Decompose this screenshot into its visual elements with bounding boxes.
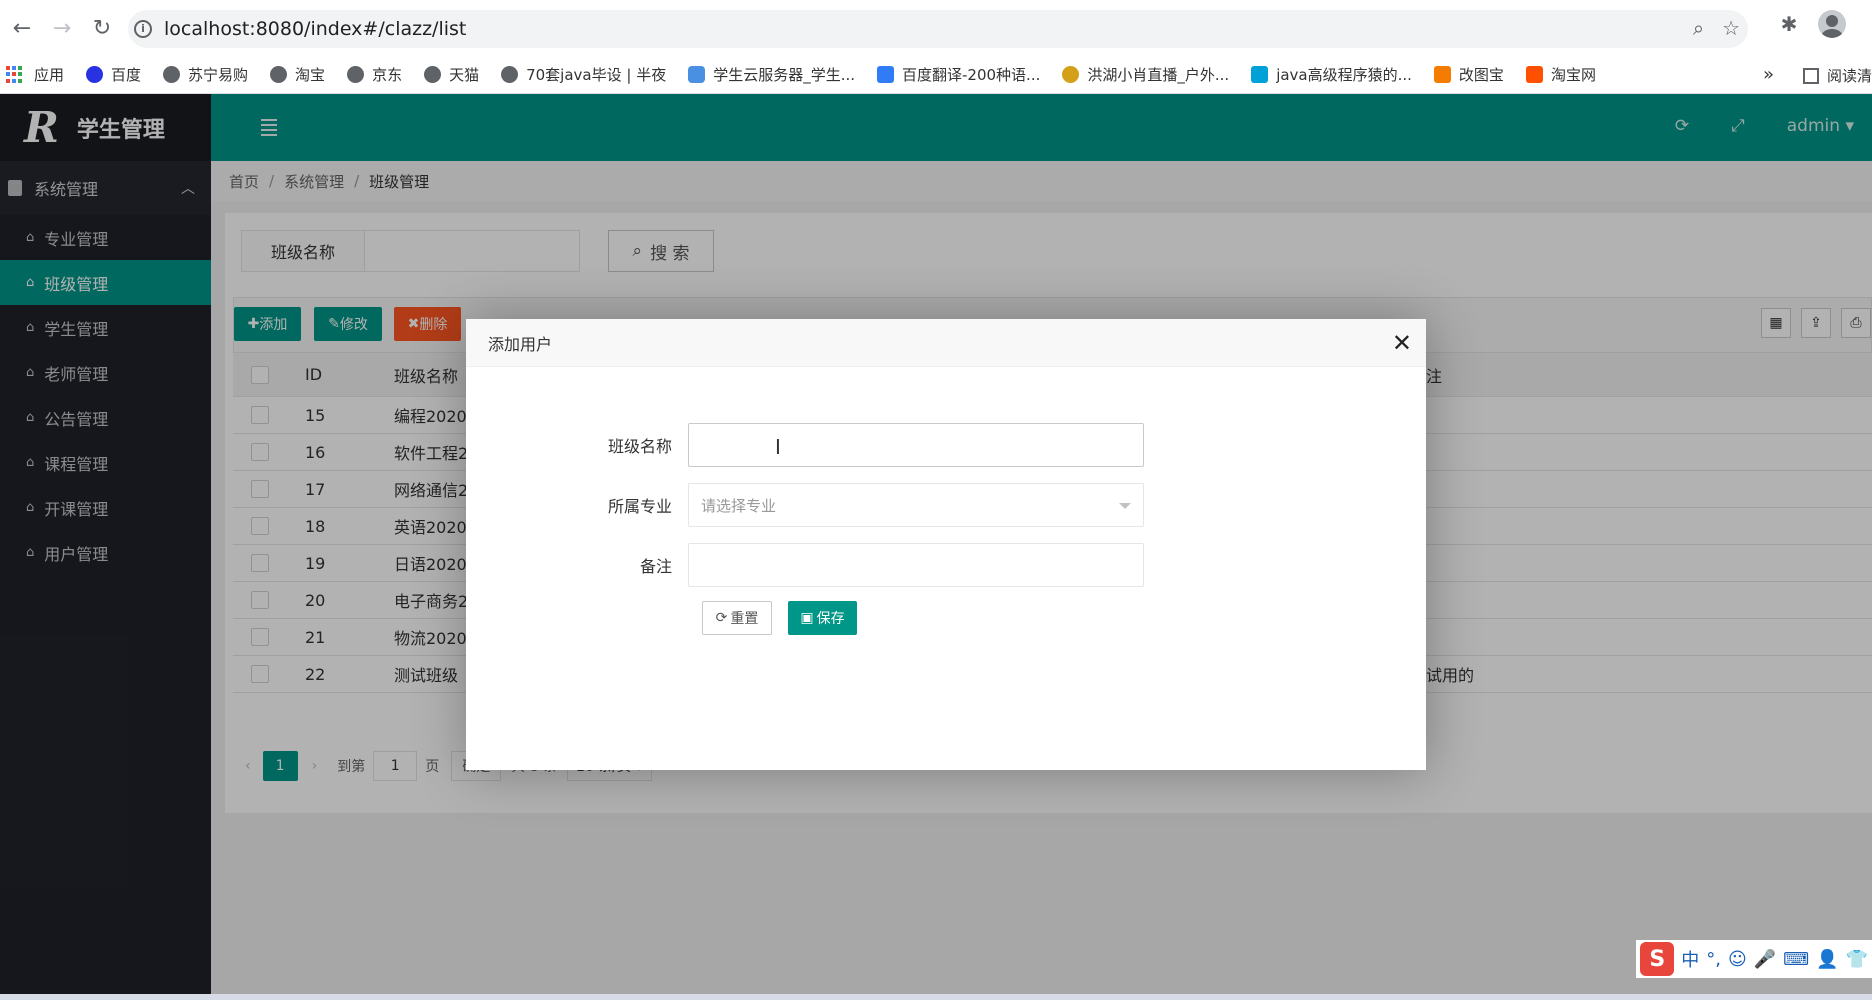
bookmark-star-icon[interactable]: ☆ (1722, 16, 1740, 40)
form-row-class-name: 班级名称 I (466, 423, 1144, 467)
extensions-puzzle-icon[interactable]: ✱ (1776, 11, 1802, 37)
ime-mode[interactable]: 中 (1681, 946, 1699, 972)
bookmark-baidu-translate[interactable]: 百度翻译-200种语... (877, 64, 1040, 85)
class-name-label: 班级名称 (607, 437, 672, 456)
class-name-input[interactable]: I (688, 423, 1144, 467)
zoom-icon[interactable]: ⌕ (1693, 16, 1704, 40)
bookmark-taobao-net[interactable]: 淘宝网 (1525, 64, 1596, 85)
bookmark-gaitubao[interactable]: 改图宝 (1433, 64, 1504, 85)
keyboard-icon[interactable]: ⌨ (1783, 949, 1809, 970)
reading-list-icon (1802, 67, 1819, 84)
bookmark-tmall[interactable]: 天猫 (424, 64, 479, 85)
taobao-logo-icon (1525, 66, 1543, 83)
major-label: 所属专业 (607, 497, 672, 516)
globe-icon (163, 66, 181, 83)
dialog-title: 添加用户 (466, 319, 1426, 367)
bookmark-jd[interactable]: 京东 (347, 64, 402, 85)
dialog-actions: ⟳ 重置 ▣ 保存 (702, 601, 857, 635)
reload-icon[interactable]: ↻ (84, 10, 120, 46)
ime-toolbar: S 中 °, ☺ 🎤 ⌨ 👤 👕 (1636, 940, 1872, 978)
site-info-icon[interactable]: i (134, 20, 152, 38)
bookmark-suning[interactable]: 苏宁易购 (163, 64, 248, 85)
image-tool-icon (1433, 66, 1451, 83)
remark-label: 备注 (639, 557, 672, 576)
punctuation-icon[interactable]: °, (1706, 949, 1721, 970)
bilibili-tv-icon (1251, 66, 1269, 83)
bookmark-student-cloud[interactable]: 学生云服务器_学生... (688, 64, 855, 85)
bookmark-taobao[interactable]: 淘宝 (270, 64, 325, 85)
text-cursor-icon: I (775, 435, 781, 459)
bookmark-bilibili[interactable]: java高级程序猿的... (1251, 64, 1412, 85)
bookmark-live-stream[interactable]: 洪湖小肖直播_户外... (1062, 64, 1229, 85)
emoji-icon[interactable]: ☺ (1728, 949, 1747, 970)
browser-toolbar: ← → ↻ i localhost:8080/index#/clazz/list… (0, 0, 1872, 56)
form-row-remark: 备注 (466, 543, 1144, 587)
baidu-paw-icon (86, 66, 104, 83)
save-disk-icon: ▣ (800, 610, 814, 626)
url-text[interactable]: localhost:8080/index#/clazz/list (164, 18, 466, 40)
bookmarks-bar: 应用 百度 苏宁易购 淘宝 京东 天猫 70套java毕设 | 半夜 学生云服务… (0, 56, 1872, 94)
microphone-icon[interactable]: 🎤 (1754, 949, 1776, 970)
bookmark-java-projects[interactable]: 70套java毕设 | 半夜 (501, 64, 666, 85)
refresh-icon: ⟳ (715, 610, 728, 626)
remark-input[interactable] (688, 543, 1144, 587)
bookmark-apps[interactable]: 应用 (6, 64, 64, 85)
profile-avatar-icon[interactable] (1818, 10, 1846, 38)
skin-icon[interactable]: 👕 (1846, 949, 1868, 970)
globe-icon (270, 66, 288, 83)
translate-icon (877, 66, 895, 83)
cloud-icon (688, 66, 706, 83)
major-placeholder: 请选择专业 (701, 496, 777, 515)
close-icon[interactable]: ✕ (1392, 329, 1412, 357)
globe-icon (347, 66, 365, 83)
sogou-logo-icon[interactable]: S (1640, 942, 1675, 976)
user-icon[interactable]: 👤 (1816, 949, 1838, 970)
globe-icon (424, 66, 442, 83)
add-dialog: 添加用户 ✕ 班级名称 I 所属专业 请选择专业 备注 ⟳ 重置 ▣ 保存 (466, 319, 1426, 770)
forward-arrow-icon[interactable]: → (44, 10, 80, 46)
form-row-major: 所属专业 请选择专业 (466, 483, 1144, 527)
reset-button[interactable]: ⟳ 重置 (702, 601, 772, 635)
save-button[interactable]: ▣ 保存 (788, 601, 857, 635)
dropdown-caret-icon (1119, 503, 1131, 509)
apps-grid-icon (6, 65, 24, 84)
bookmarks-overflow-chevron-icon[interactable]: » (1763, 64, 1774, 85)
reading-list[interactable]: 阅读清 (1802, 65, 1872, 86)
bee-icon (1062, 66, 1080, 83)
back-arrow-icon[interactable]: ← (4, 10, 40, 46)
bookmark-baidu[interactable]: 百度 (86, 64, 141, 85)
taskbar (0, 994, 1872, 1000)
globe-icon (501, 66, 519, 83)
address-bar[interactable]: i localhost:8080/index#/clazz/list ⌕ ☆ (128, 10, 1748, 48)
major-select[interactable]: 请选择专业 (688, 483, 1144, 527)
